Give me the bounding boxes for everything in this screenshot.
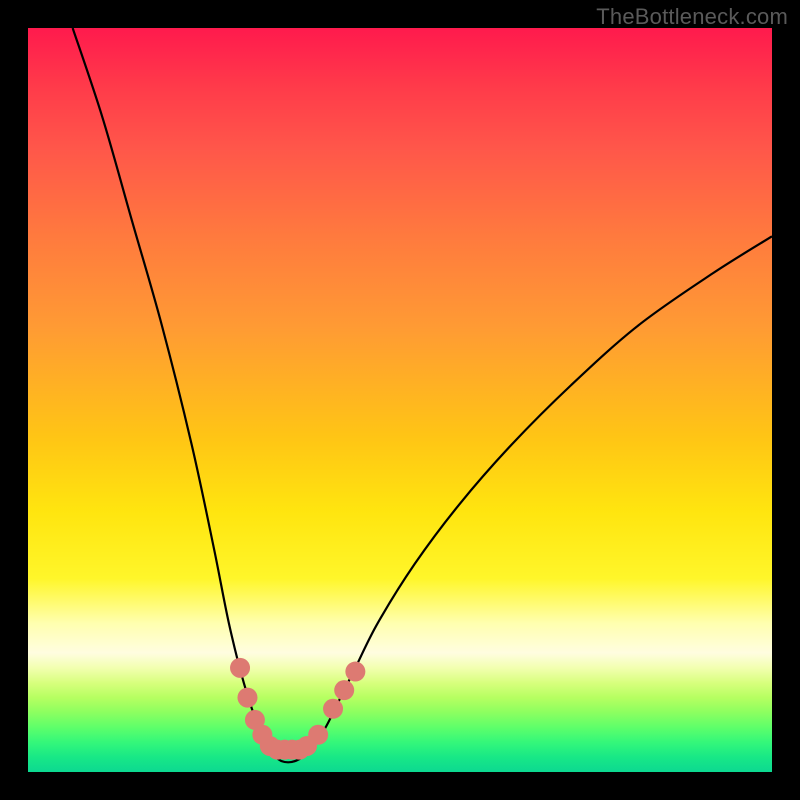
curve-layer [73,28,772,762]
data-marker [308,725,328,745]
data-marker [237,688,257,708]
chart-plot-area [28,28,772,772]
data-marker [334,680,354,700]
watermark-text: TheBottleneck.com [596,4,788,30]
data-marker [323,699,343,719]
chart-svg [28,28,772,772]
chart-frame: TheBottleneck.com [0,0,800,800]
marker-layer [230,658,365,760]
data-marker [230,658,250,678]
data-marker [345,662,365,682]
bottleneck-curve [73,28,772,762]
